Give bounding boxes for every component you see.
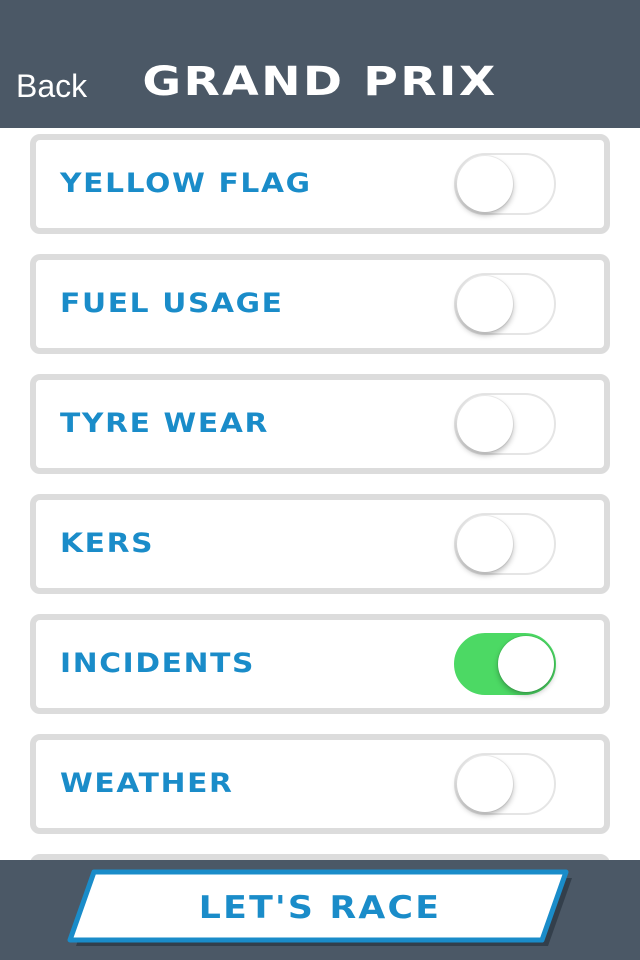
setting-label: YELLOW FLAG (60, 168, 312, 199)
lets-race-button[interactable]: LET'S RACE (0, 860, 640, 960)
setting-label: KERS (60, 528, 155, 559)
toggle-knob (457, 756, 513, 812)
setting-row-weather: WEATHER (30, 734, 610, 834)
setting-label: FUEL USAGE (60, 288, 284, 319)
page-title: GRAND PRIX (142, 59, 498, 105)
setting-row-tyre-wear: TYRE WEAR (30, 374, 610, 474)
tyre-wear-toggle[interactable] (454, 393, 556, 455)
race-button-shape (67, 869, 572, 946)
incidents-toggle[interactable] (454, 633, 556, 695)
toggle-knob (457, 396, 513, 452)
setting-row-incidents: INCIDENTS (30, 614, 610, 714)
settings-list[interactable]: YELLOW FLAG FUEL USAGE TYRE WEAR KERS IN… (0, 128, 640, 860)
toggle-knob (457, 276, 513, 332)
toggle-knob (457, 516, 513, 572)
weather-toggle[interactable] (454, 753, 556, 815)
toggle-knob (498, 636, 554, 692)
setting-row-fuel-usage: FUEL USAGE (30, 254, 610, 354)
footer-bar: LET'S RACE (0, 860, 640, 960)
setting-label: WEATHER (60, 768, 234, 799)
setting-row-kers: KERS (30, 494, 610, 594)
navigation-bar: Back GRAND PRIX (0, 0, 640, 128)
kers-toggle[interactable] (454, 513, 556, 575)
setting-row-yellow-flag: YELLOW FLAG (30, 134, 610, 234)
setting-label: INCIDENTS (60, 648, 256, 679)
setting-label: TYRE WEAR (60, 408, 270, 439)
toggle-knob (457, 156, 513, 212)
yellow-flag-toggle[interactable] (454, 153, 556, 215)
fuel-usage-toggle[interactable] (454, 273, 556, 335)
